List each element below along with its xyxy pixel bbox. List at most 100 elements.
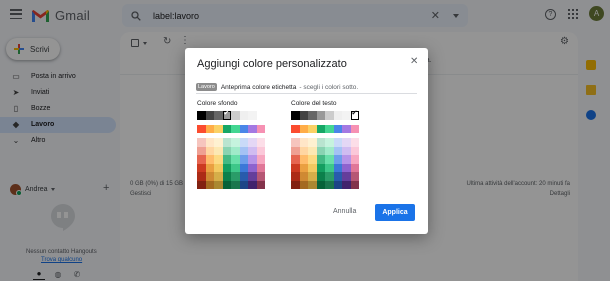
color-swatch[interactable]: [350, 172, 359, 181]
color-swatch[interactable]: [205, 124, 214, 133]
color-swatch[interactable]: [222, 180, 231, 189]
color-swatch[interactable]: [214, 172, 223, 181]
color-swatch[interactable]: [248, 180, 257, 189]
color-swatch[interactable]: [205, 172, 214, 181]
color-swatch[interactable]: [308, 172, 317, 181]
color-swatch[interactable]: [205, 163, 214, 172]
color-swatch[interactable]: [333, 155, 342, 164]
color-swatch[interactable]: [316, 172, 325, 181]
color-swatch[interactable]: [325, 180, 334, 189]
color-swatch[interactable]: [239, 111, 248, 120]
color-swatch[interactable]: [333, 172, 342, 181]
color-swatch[interactable]: [316, 138, 325, 147]
color-swatch[interactable]: [231, 111, 240, 120]
color-swatch[interactable]: [333, 146, 342, 155]
color-swatch[interactable]: [214, 138, 223, 147]
color-swatch[interactable]: [308, 180, 317, 189]
color-swatch[interactable]: [231, 155, 240, 164]
color-swatch[interactable]: [205, 146, 214, 155]
color-swatch[interactable]: [333, 180, 342, 189]
color-swatch[interactable]: [239, 155, 248, 164]
color-swatch[interactable]: [214, 124, 223, 133]
color-swatch[interactable]: [333, 124, 342, 133]
color-swatch[interactable]: [205, 180, 214, 189]
color-swatch[interactable]: [325, 124, 334, 133]
color-swatch[interactable]: [256, 111, 265, 120]
color-swatch[interactable]: [316, 180, 325, 189]
color-swatch[interactable]: [248, 124, 257, 133]
color-swatch[interactable]: [222, 124, 231, 133]
color-swatch[interactable]: [197, 111, 206, 120]
color-swatch[interactable]: [222, 138, 231, 147]
color-swatch[interactable]: [316, 124, 325, 133]
color-swatch[interactable]: [256, 124, 265, 133]
color-swatch[interactable]: [342, 180, 351, 189]
color-swatch[interactable]: [299, 180, 308, 189]
color-swatch[interactable]: [299, 155, 308, 164]
color-swatch[interactable]: [197, 172, 206, 181]
color-swatch[interactable]: [239, 172, 248, 181]
color-swatch[interactable]: [291, 124, 300, 133]
color-swatch[interactable]: [256, 146, 265, 155]
color-swatch[interactable]: [342, 111, 351, 120]
color-swatch[interactable]: [333, 111, 342, 120]
color-swatch[interactable]: [325, 111, 334, 120]
color-swatch[interactable]: [342, 172, 351, 181]
color-swatch[interactable]: [291, 180, 300, 189]
color-swatch[interactable]: [333, 163, 342, 172]
color-swatch[interactable]: [299, 172, 308, 181]
color-swatch[interactable]: [248, 146, 257, 155]
color-swatch[interactable]: [239, 163, 248, 172]
close-icon[interactable]: ✕: [410, 56, 418, 67]
color-swatch[interactable]: [342, 124, 351, 133]
color-swatch[interactable]: [350, 180, 359, 189]
color-swatch[interactable]: [308, 155, 317, 164]
color-swatch[interactable]: [291, 155, 300, 164]
color-swatch[interactable]: [197, 146, 206, 155]
color-swatch[interactable]: [350, 155, 359, 164]
color-swatch[interactable]: [256, 155, 265, 164]
color-swatch[interactable]: [248, 163, 257, 172]
color-swatch[interactable]: [308, 111, 317, 120]
color-swatch[interactable]: [214, 180, 223, 189]
color-swatch[interactable]: [205, 111, 214, 120]
color-swatch[interactable]: [231, 138, 240, 147]
color-swatch[interactable]: [248, 138, 257, 147]
color-swatch[interactable]: [222, 163, 231, 172]
color-swatch[interactable]: [308, 163, 317, 172]
color-swatch[interactable]: [291, 138, 300, 147]
color-swatch[interactable]: [299, 111, 308, 120]
color-swatch[interactable]: ✔: [350, 110, 359, 120]
color-swatch[interactable]: [214, 163, 223, 172]
color-swatch[interactable]: [205, 138, 214, 147]
color-swatch[interactable]: [256, 138, 265, 147]
color-swatch[interactable]: [325, 146, 334, 155]
color-swatch[interactable]: [197, 163, 206, 172]
color-swatch[interactable]: [342, 138, 351, 147]
color-swatch[interactable]: [239, 146, 248, 155]
color-swatch[interactable]: [231, 180, 240, 189]
color-swatch[interactable]: ✔: [222, 110, 231, 120]
cancel-button[interactable]: Annulla: [333, 208, 356, 215]
color-swatch[interactable]: [299, 146, 308, 155]
color-swatch[interactable]: [231, 124, 240, 133]
color-swatch[interactable]: [231, 146, 240, 155]
color-swatch[interactable]: [350, 124, 359, 133]
color-swatch[interactable]: [325, 163, 334, 172]
color-swatch[interactable]: [325, 155, 334, 164]
color-swatch[interactable]: [342, 163, 351, 172]
color-swatch[interactable]: [256, 180, 265, 189]
color-swatch[interactable]: [325, 138, 334, 147]
color-swatch[interactable]: [308, 138, 317, 147]
color-swatch[interactable]: [350, 163, 359, 172]
color-swatch[interactable]: [316, 111, 325, 120]
apply-button[interactable]: Applica: [375, 204, 415, 221]
color-swatch[interactable]: [291, 146, 300, 155]
color-swatch[interactable]: [222, 146, 231, 155]
color-swatch[interactable]: [256, 172, 265, 181]
color-swatch[interactable]: [214, 111, 223, 120]
color-swatch[interactable]: [325, 172, 334, 181]
color-swatch[interactable]: [248, 172, 257, 181]
color-swatch[interactable]: [299, 163, 308, 172]
color-swatch[interactable]: [291, 172, 300, 181]
